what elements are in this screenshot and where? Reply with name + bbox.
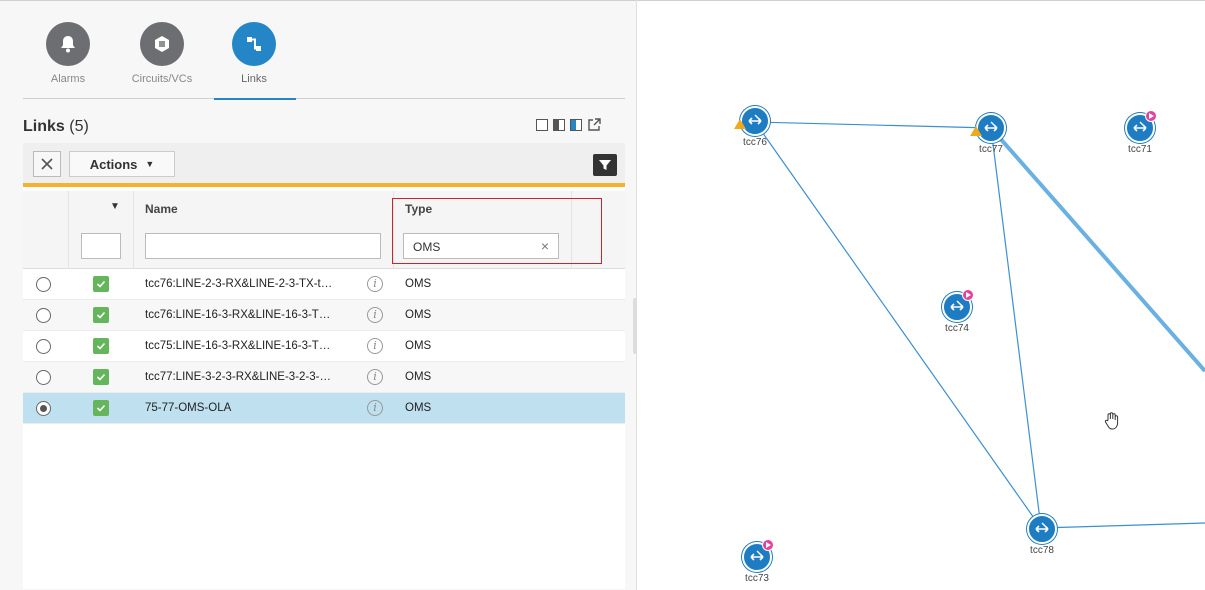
info-icon[interactable]: i	[367, 307, 383, 323]
row-radio[interactable]	[36, 401, 51, 416]
link-type: OMS	[405, 309, 432, 321]
pending-badge-icon	[1145, 110, 1157, 122]
left-panel: Alarms Circuits/VCs Links Links (5) Acti…	[0, 0, 636, 590]
link-type: OMS	[405, 402, 432, 414]
caret-down-icon: ▼	[145, 159, 155, 169]
info-icon[interactable]: i	[367, 369, 383, 385]
type-filter-input[interactable]: OMS ×	[403, 233, 559, 259]
link-type: OMS	[405, 278, 432, 290]
node-tcc76[interactable]: tcc76	[725, 106, 785, 148]
clear-selection-button[interactable]	[33, 151, 61, 177]
node-tcc77[interactable]: tcc77	[961, 113, 1021, 155]
table-row-selected[interactable]: 75-77-OMS-OLA i OMS	[23, 393, 625, 424]
tab-links[interactable]: Links	[209, 19, 299, 100]
column-divider	[68, 191, 69, 269]
table-row[interactable]: tcc75:LINE-16-3-RX&LINE-16-3-T… i OMS	[23, 331, 625, 362]
topology-map[interactable]: tcc76 tcc77 tcc71 tcc74 tcc78 tcc73	[637, 0, 1205, 590]
tab-label: Links	[241, 73, 267, 85]
links-icon	[232, 22, 276, 66]
row-radio[interactable]	[36, 370, 51, 385]
type-filter-value: OMS	[413, 240, 441, 254]
filter-icon	[599, 160, 611, 170]
circuits-icon	[140, 22, 184, 66]
warning-icon	[970, 126, 982, 136]
filter-toggle-button[interactable]	[593, 154, 617, 176]
table-row[interactable]: tcc76:LINE-16-3-RX&LINE-16-3-T… i OMS	[23, 300, 625, 331]
row-radio[interactable]	[36, 339, 51, 354]
link-type: OMS	[405, 340, 432, 352]
status-check-icon	[93, 276, 109, 292]
checkbox-column-filter[interactable]	[81, 233, 121, 259]
links-count: (5)	[69, 118, 89, 135]
node-label: tcc77	[979, 144, 1003, 155]
node-label: tcc73	[745, 573, 769, 584]
link-tcc76-tcc77[interactable]	[754, 121, 992, 129]
hand-cursor-icon	[1103, 411, 1121, 436]
info-icon[interactable]: i	[367, 276, 383, 292]
router-icon	[734, 106, 770, 136]
link-name: tcc76:LINE-16-3-RX&LINE-16-3-T…	[145, 309, 331, 321]
node-tcc73[interactable]: tcc73	[727, 539, 787, 584]
view-split-icon[interactable]	[553, 119, 565, 131]
table-row[interactable]: tcc76:LINE-2-3-RX&LINE-2-3-TX-t… i OMS	[23, 269, 625, 300]
view-table-only-icon[interactable]	[536, 119, 548, 131]
close-icon	[41, 158, 53, 170]
popout-icon[interactable]	[587, 118, 601, 132]
link-name: tcc77:LINE-3-2-3-RX&LINE-3-2-3-…	[145, 371, 331, 383]
link-name: 75-77-OMS-OLA	[145, 402, 232, 414]
status-check-icon	[93, 400, 109, 416]
link-lines	[754, 121, 1205, 529]
router-icon	[942, 289, 974, 322]
node-tcc71[interactable]: tcc71	[1110, 110, 1170, 155]
tab-circuits[interactable]: Circuits/VCs	[117, 19, 207, 99]
view-controls	[536, 118, 601, 132]
node-tcc78[interactable]: tcc78	[1012, 514, 1072, 556]
view-map-split-icon[interactable]	[570, 119, 582, 131]
status-check-icon	[93, 369, 109, 385]
pending-badge-icon	[762, 539, 774, 551]
info-icon[interactable]: i	[367, 338, 383, 354]
warning-icon	[734, 119, 746, 129]
table-row[interactable]: tcc77:LINE-3-2-3-RX&LINE-3-2-3-… i OMS	[23, 362, 625, 393]
table-header: ▼ Name Type OMS ×	[23, 191, 625, 269]
pending-badge-icon	[962, 289, 974, 301]
node-label: tcc78	[1030, 545, 1054, 556]
router-icon	[970, 113, 1006, 143]
actions-dropdown[interactable]: Actions ▼	[69, 151, 175, 177]
links-heading: Links (5)	[23, 118, 89, 136]
app-root: Alarms Circuits/VCs Links Links (5) Acti…	[0, 0, 1205, 590]
links-table: Actions ▼ ▼ Name Type OMS × tcc76:LINE-2…	[23, 143, 625, 589]
link-tcc77-highlighted[interactable]	[989, 126, 1205, 373]
tab-alarms[interactable]: Alarms	[23, 19, 113, 99]
name-filter-input[interactable]	[145, 233, 381, 259]
tab-bar: Alarms Circuits/VCs Links	[23, 19, 625, 100]
node-tcc74[interactable]: tcc74	[927, 289, 987, 334]
status-check-icon	[93, 338, 109, 354]
sort-desc-icon[interactable]: ▼	[110, 201, 120, 212]
table-toolbar: Actions ▼	[23, 143, 625, 187]
links-title: Links	[23, 118, 65, 135]
status-check-icon	[93, 307, 109, 323]
router-icon	[1027, 514, 1057, 544]
row-radio[interactable]	[36, 277, 51, 292]
clear-filter-icon[interactable]: ×	[541, 238, 549, 254]
link-name: tcc76:LINE-2-3-RX&LINE-2-3-TX-t…	[145, 278, 333, 290]
tab-label: Alarms	[50, 73, 86, 85]
tab-label: Circuits/VCs	[131, 73, 193, 85]
bell-icon	[46, 22, 90, 66]
node-label: tcc76	[743, 137, 767, 148]
actions-label: Actions	[89, 156, 138, 172]
column-header-name[interactable]: Name	[145, 202, 178, 216]
info-icon[interactable]: i	[367, 400, 383, 416]
column-divider	[133, 191, 134, 269]
node-label: tcc71	[1128, 144, 1152, 155]
node-label: tcc74	[945, 323, 969, 334]
row-radio[interactable]	[36, 308, 51, 323]
link-type: OMS	[405, 371, 432, 383]
router-icon	[742, 539, 774, 572]
router-icon	[1125, 110, 1157, 143]
link-name: tcc75:LINE-16-3-RX&LINE-16-3-T…	[145, 340, 331, 352]
